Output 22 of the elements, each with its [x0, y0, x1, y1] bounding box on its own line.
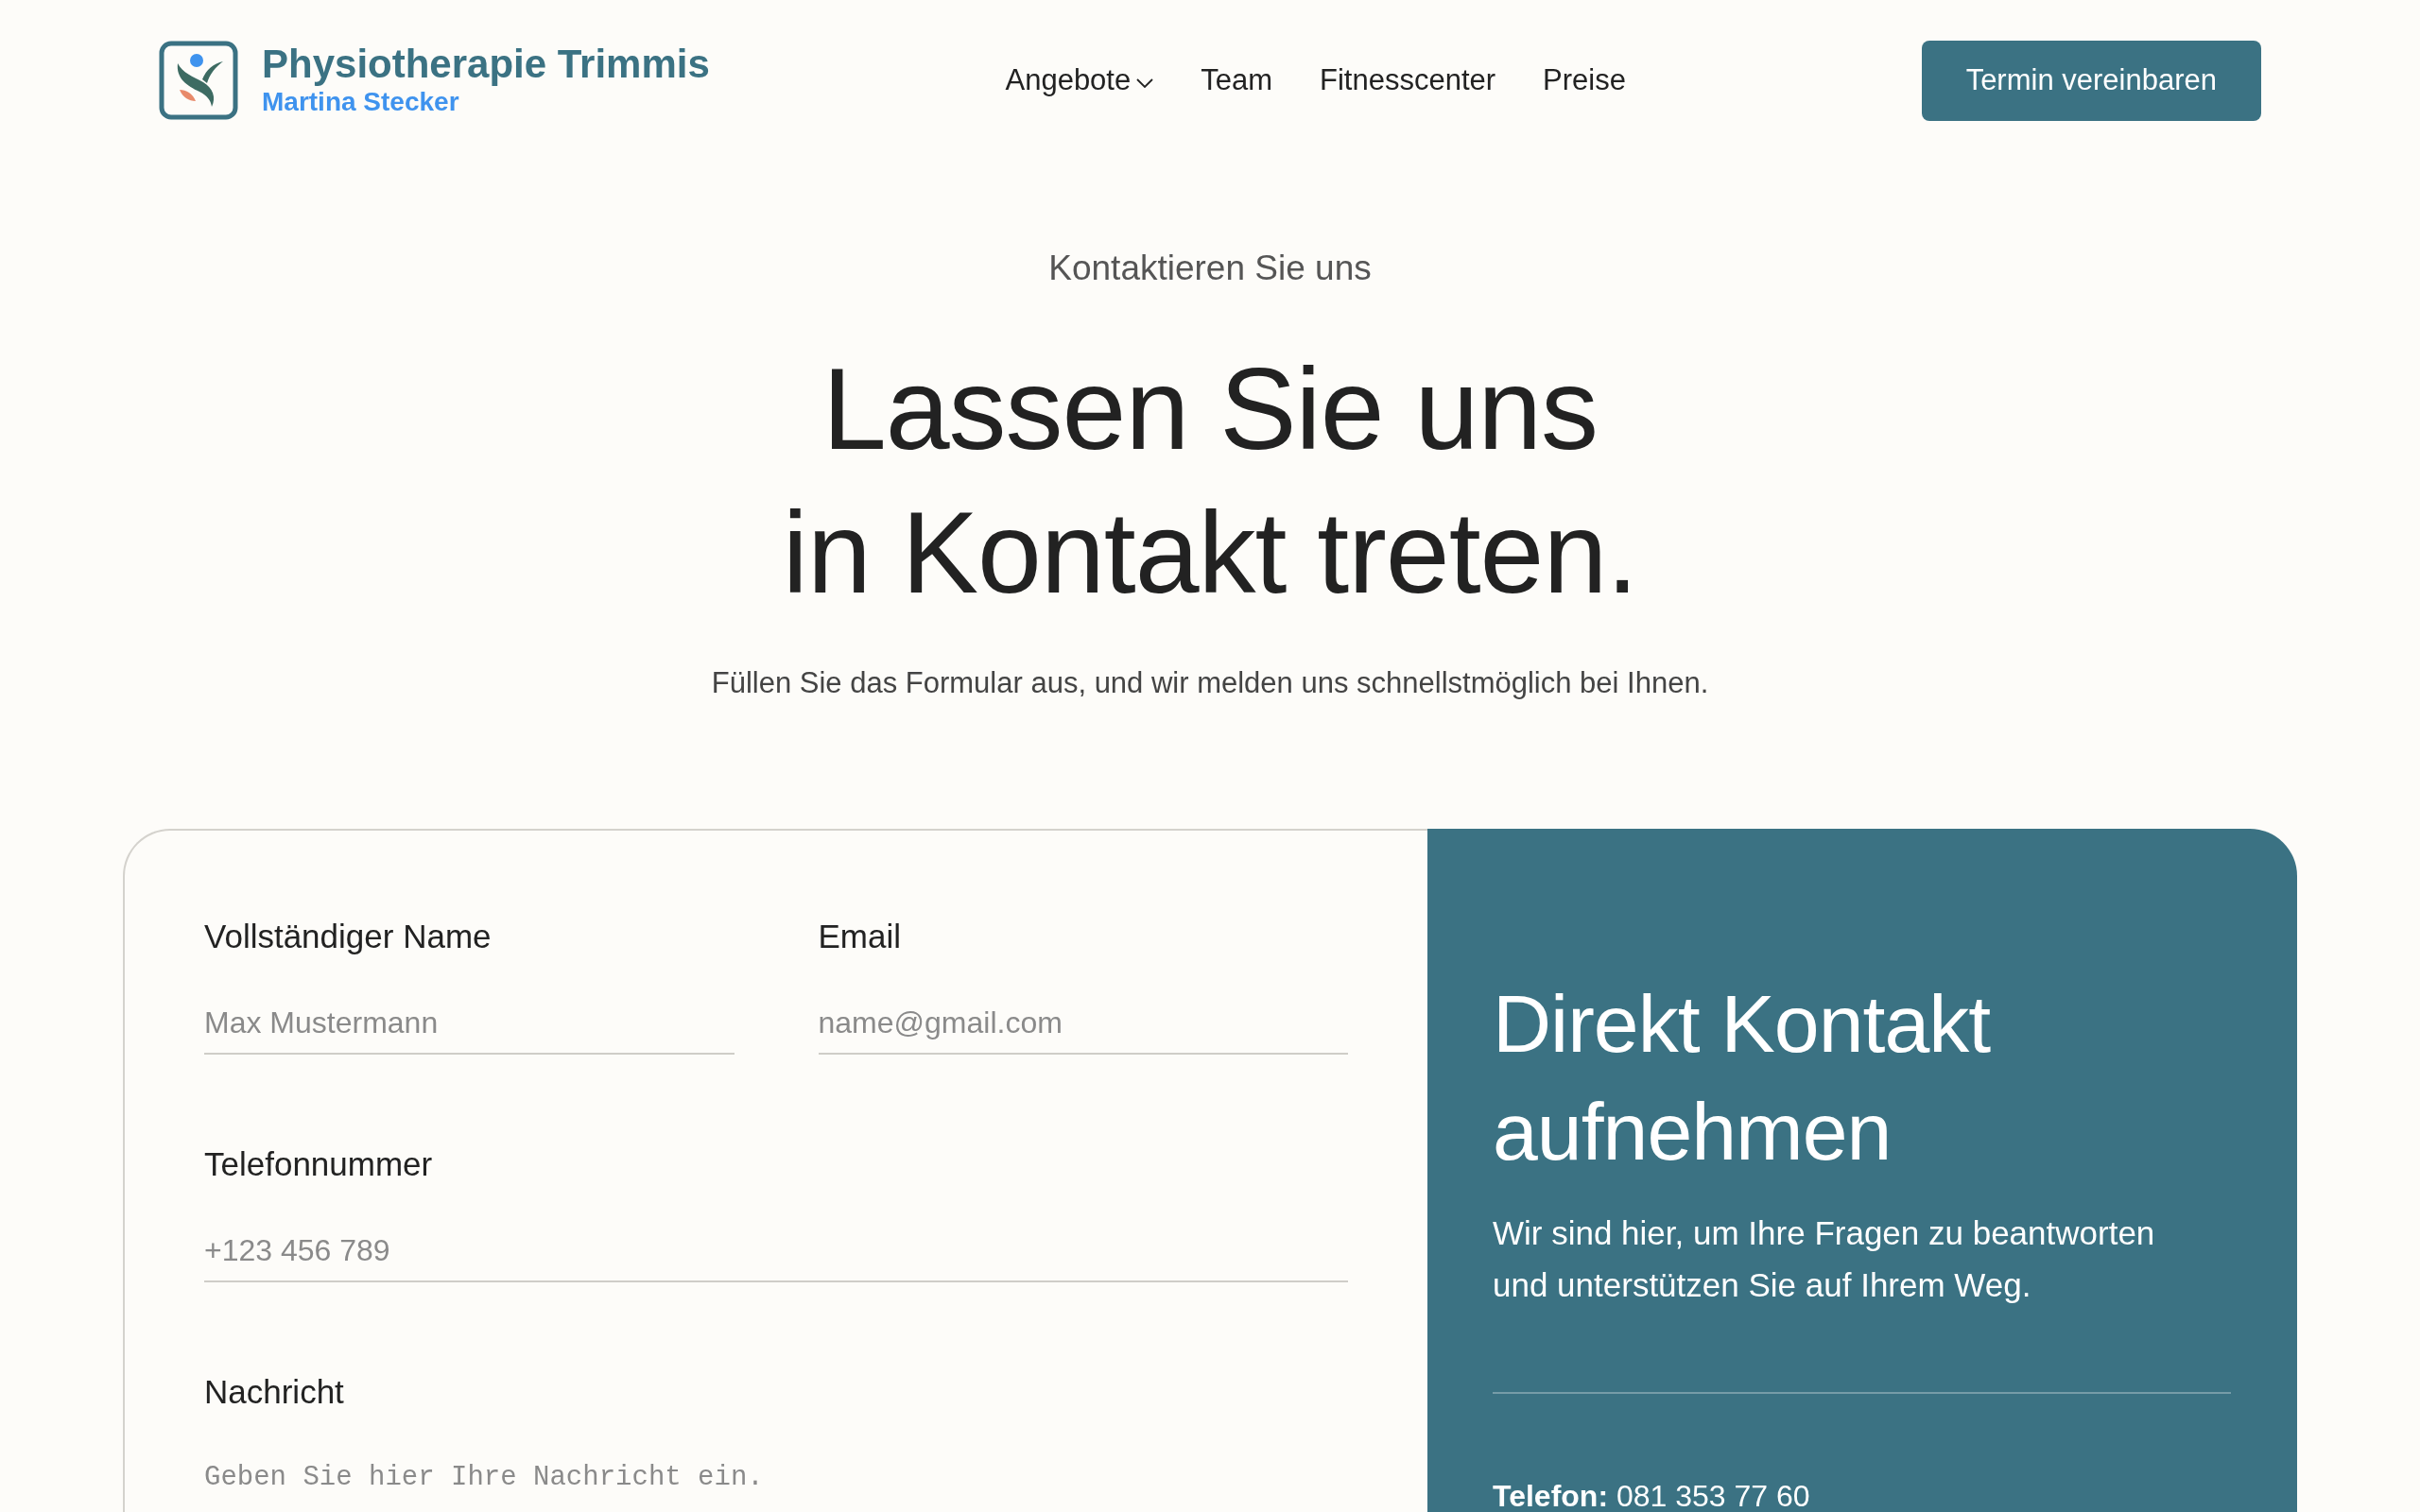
brand-name: Physiotherapie Trimmis [262, 43, 710, 86]
field-label: Telefonnummer [204, 1144, 433, 1184]
field-label: Email [818, 917, 902, 956]
appointment-button[interactable]: Termin vereinbaren [1921, 40, 2261, 121]
text-input[interactable]: Max Mustermann [204, 992, 735, 1055]
page-heading: Lassen Sie uns in Kontakt treten. [781, 344, 1639, 619]
brand-tagline: Martina Stecker [262, 86, 460, 118]
intro-text: Füllen Sie das Formular aus, und wir melden uns schnellstmöglich bei Ihnen. [710, 665, 1710, 701]
logo-icon [159, 41, 238, 120]
panel-heading: Direkt Kontakt aufnehmen [1493, 977, 1992, 1178]
nav-link[interactable]: Fitnesscenter [1320, 61, 1496, 99]
message-field[interactable]: Geben Sie hier Ihre Nachricht ein. [204, 1448, 1348, 1504]
section-kicker: Kontaktieren Sie uns [1047, 248, 1373, 289]
text-input[interactable]: name@gmail.com [818, 992, 1348, 1055]
nav-link[interactable]: Preise [1543, 61, 1626, 99]
field-label: Nachricht [204, 1372, 344, 1412]
phone-text: Telefon: 081 353 77 60 [1493, 1478, 1811, 1512]
text-input[interactable]: +123 456 789 [204, 1220, 1348, 1282]
field-label: Vollständiger Name [204, 917, 492, 956]
panel-text: Wir sind hier, um Ihre Fragen zu beantworten und unterstützen Sie auf Ihrem Weg. [1493, 1213, 2156, 1305]
nav-link[interactable]: Angebote [1005, 61, 1154, 99]
nav-link[interactable]: Team [1201, 61, 1273, 99]
